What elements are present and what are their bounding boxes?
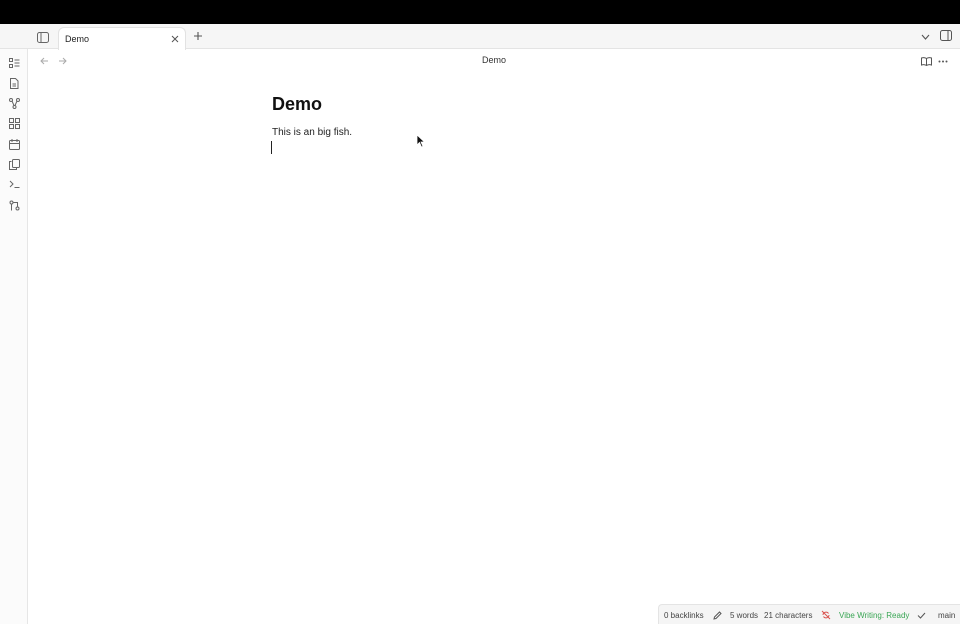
copy-icon[interactable] <box>7 157 21 171</box>
top-black-bar <box>0 0 960 24</box>
right-sidebar-toggle-icon[interactable] <box>939 29 952 42</box>
more-options-icon[interactable] <box>937 55 949 67</box>
backlinks-count[interactable]: 0 backlinks <box>664 611 704 620</box>
view-header-title[interactable]: Demo <box>444 55 544 65</box>
vibe-writing-status[interactable]: Vibe Writing: Ready <box>839 611 909 620</box>
word-count: 5 words <box>730 611 759 620</box>
note-body-text[interactable]: This is an big fish. <box>272 127 352 138</box>
checkmark-icon <box>916 610 926 620</box>
forward-arrow-icon[interactable] <box>56 55 68 67</box>
tab-demo[interactable]: Demo <box>58 27 186 50</box>
book-open-icon[interactable] <box>920 55 932 67</box>
grid-icon[interactable] <box>7 116 21 130</box>
file-icon[interactable] <box>7 76 21 90</box>
ribbon <box>0 49 28 624</box>
tab-bar: Demo <box>0 24 960 50</box>
git-icon[interactable] <box>7 198 21 212</box>
status-bar: 0 backlinks 5 words 21 characters Vibe W… <box>658 604 960 624</box>
character-count: 21 characters <box>764 611 813 620</box>
tab-title: Demo <box>65 34 90 44</box>
back-arrow-icon[interactable] <box>38 55 50 67</box>
sync-off-icon[interactable] <box>821 610 831 620</box>
mouse-pointer-icon <box>416 134 426 148</box>
git-branch-name[interactable]: main <box>938 611 955 620</box>
new-tab-plus-icon[interactable] <box>191 29 204 42</box>
calendar-icon[interactable] <box>7 137 21 151</box>
terminal-icon[interactable] <box>7 177 21 191</box>
chevron-down-icon[interactable] <box>920 31 931 42</box>
outline-icon[interactable] <box>7 56 21 70</box>
pencil-icon[interactable] <box>712 610 722 620</box>
close-icon[interactable] <box>169 33 180 44</box>
graph-icon[interactable] <box>7 96 21 110</box>
left-sidebar-toggle-icon[interactable] <box>35 29 51 45</box>
text-caret <box>271 141 272 154</box>
note-title[interactable]: Demo <box>272 94 322 115</box>
